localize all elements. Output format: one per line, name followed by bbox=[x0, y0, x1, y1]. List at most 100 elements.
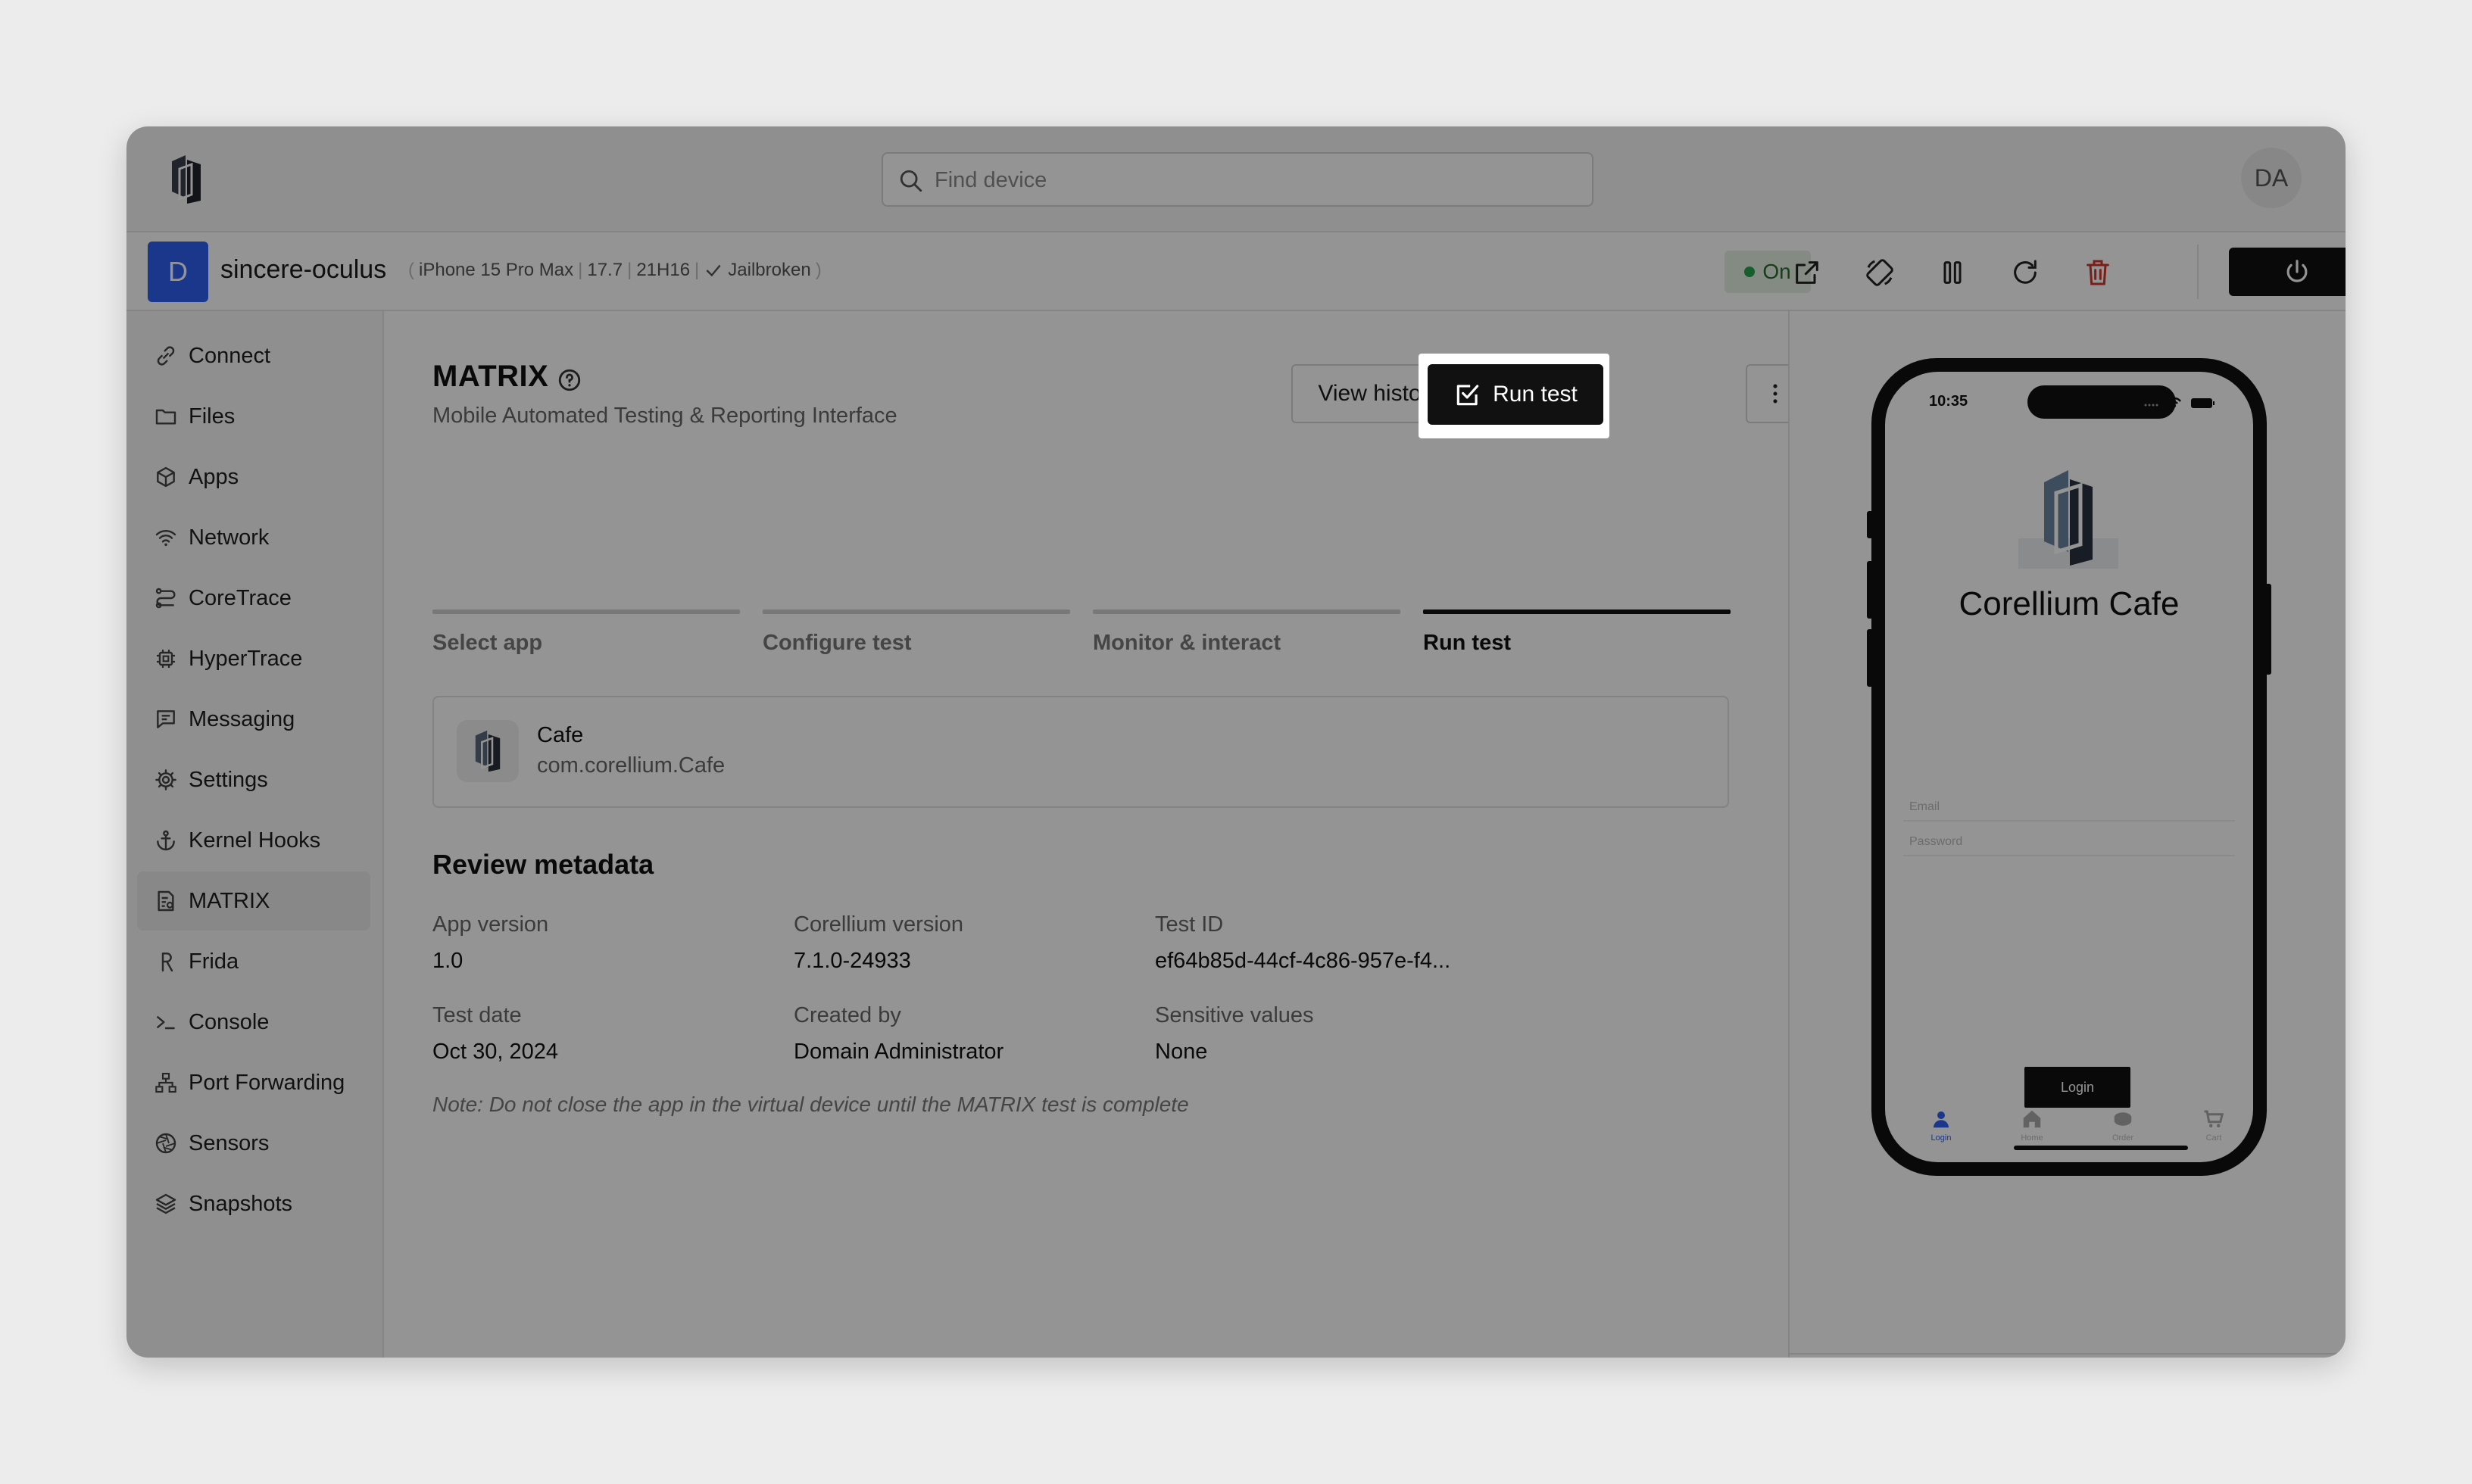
app-bundle-id: com.corellium.Cafe bbox=[537, 753, 726, 778]
pause-button[interactable] bbox=[1927, 248, 1977, 298]
step-progress-bar bbox=[1423, 610, 1731, 614]
app-name: Cafe bbox=[537, 723, 584, 747]
meta-separator: | bbox=[578, 260, 583, 280]
step-configure-test[interactable]: Configure test bbox=[763, 610, 1070, 656]
tour-spotlight: Run test bbox=[1419, 354, 1609, 438]
sidebar-item-messaging[interactable]: Messaging bbox=[137, 690, 370, 749]
phone-tab-login[interactable]: Login bbox=[1918, 1108, 1964, 1143]
review-metadata-heading: Review metadata bbox=[432, 849, 654, 880]
phone-tab-cart[interactable]: Cart bbox=[2191, 1108, 2236, 1143]
phone-screen[interactable]: 10:35 Corellium Cafe Email Password Logi… bbox=[1885, 372, 2253, 1162]
sidebar-item-snapshots[interactable]: Snapshots bbox=[137, 1174, 370, 1233]
sidebar-item-label: HyperTrace bbox=[189, 646, 303, 671]
meta-value: ef64b85d-44cf-4c86-957e-f4... bbox=[1155, 949, 1451, 973]
anchor-icon bbox=[157, 830, 175, 851]
page-title: MATRIX bbox=[432, 360, 549, 393]
coretrace-icon bbox=[155, 588, 176, 609]
pause-icon bbox=[1943, 261, 1962, 284]
sidebar-item-files[interactable]: Files bbox=[137, 387, 370, 446]
device-jailbreak: Jailbroken bbox=[728, 260, 811, 280]
delete-device-button[interactable] bbox=[2073, 248, 2123, 298]
step-run-test[interactable]: Run test bbox=[1423, 610, 1731, 656]
sidebar-item-label: MATRIX bbox=[189, 888, 270, 913]
device-build: 21H16 bbox=[636, 260, 691, 280]
cafe-logo-icon bbox=[2018, 470, 2118, 569]
check-icon bbox=[706, 264, 721, 277]
phone-frame: 10:35 Corellium Cafe Email Password Logi… bbox=[1871, 358, 2267, 1176]
step-label: Monitor & interact bbox=[1093, 631, 1281, 655]
sidebar-item-label: Frida bbox=[189, 949, 239, 974]
power-icon bbox=[2286, 260, 2308, 282]
run-test-button[interactable]: Run test bbox=[1428, 364, 1603, 425]
sidebar-item-apps[interactable]: Apps bbox=[137, 447, 370, 507]
sidebar-item-frida[interactable]: Frida bbox=[137, 932, 370, 991]
phone-tab-label: Home bbox=[2021, 1133, 2043, 1143]
sidebar-item-label: Apps bbox=[189, 464, 239, 489]
folder-icon bbox=[155, 409, 176, 425]
sidebar-item-sensors[interactable]: Sensors bbox=[137, 1114, 370, 1173]
corellium-logo-icon[interactable] bbox=[169, 154, 204, 205]
sidebar-item-coretrace[interactable]: CoreTrace bbox=[137, 569, 370, 628]
sidebar-item-label: Network bbox=[189, 525, 270, 550]
checkbox-icon bbox=[1456, 385, 1479, 406]
sidebar-item-label: Sensors bbox=[189, 1130, 270, 1155]
sidebar-item-kernel-hooks[interactable]: Kernel Hooks bbox=[137, 811, 370, 870]
sidebar-item-label: Port Forwarding bbox=[189, 1070, 345, 1095]
device-name: sincere-oculus bbox=[220, 255, 387, 284]
meta-separator: | bbox=[627, 260, 632, 280]
refresh-icon bbox=[2014, 260, 2037, 284]
sidebar-item-label: Messaging bbox=[189, 706, 295, 731]
step-select-app[interactable]: Select app bbox=[432, 610, 740, 656]
phone-login-button[interactable]: Login bbox=[2024, 1067, 2130, 1108]
step-progress-bar bbox=[1093, 610, 1400, 614]
rotate-button[interactable] bbox=[1855, 248, 1905, 298]
toolbar-divider bbox=[2197, 245, 2199, 299]
phone-password-field[interactable]: Password bbox=[1903, 828, 2235, 856]
meta-separator: ) bbox=[815, 260, 822, 280]
meta-label: Sensitive values bbox=[1155, 1003, 1314, 1027]
power-button[interactable] bbox=[2229, 248, 2346, 296]
sidebar-item-matrix[interactable]: MATRIX bbox=[137, 871, 370, 931]
network-tree-icon bbox=[155, 1072, 176, 1093]
sidebar-item-port-forwarding[interactable]: Port Forwarding bbox=[137, 1053, 370, 1112]
status-icons bbox=[2144, 397, 2214, 408]
chip-icon bbox=[157, 650, 175, 668]
main-content: MATRIX Mobile Automated Testing & Report… bbox=[384, 311, 1805, 1358]
sidebar-item-label: Console bbox=[189, 1009, 270, 1034]
meta-label: Created by bbox=[794, 1003, 901, 1027]
sidebar-item-label: Settings bbox=[189, 767, 268, 792]
phone-tab-home[interactable]: Home bbox=[2009, 1108, 2055, 1143]
help-icon[interactable] bbox=[557, 367, 582, 393]
step-progress-bar bbox=[432, 610, 740, 614]
phone-time: 10:35 bbox=[1929, 393, 1968, 410]
reboot-button[interactable] bbox=[2000, 248, 2050, 298]
avatar-initials: DA bbox=[2254, 164, 2289, 192]
phone-tab-order[interactable]: Order bbox=[2100, 1108, 2146, 1143]
sidebar-item-network[interactable]: Network bbox=[137, 508, 370, 567]
sidebar-item-hypertrace[interactable]: HyperTrace bbox=[137, 629, 370, 688]
report-icon bbox=[158, 890, 174, 912]
step-monitor-interact[interactable]: Monitor & interact bbox=[1093, 610, 1400, 656]
find-device-search[interactable] bbox=[882, 152, 1593, 207]
sidebar: Connect Files Apps Network CoreTrace Hyp… bbox=[126, 311, 384, 1358]
open-external-button[interactable] bbox=[1782, 248, 1832, 298]
home-indicator bbox=[2014, 1146, 2188, 1150]
meta-value: 1.0 bbox=[432, 949, 464, 973]
phone-tab-label: Cart bbox=[2205, 1133, 2222, 1143]
sidebar-item-console[interactable]: Console bbox=[137, 993, 370, 1052]
search-icon bbox=[900, 170, 922, 192]
search-input[interactable] bbox=[935, 163, 1571, 198]
phone-tab-label: Login bbox=[1930, 1133, 1952, 1143]
more-vertical-icon bbox=[1773, 384, 1778, 404]
aperture-icon bbox=[155, 1133, 176, 1154]
sidebar-item-connect[interactable]: Connect bbox=[137, 326, 370, 385]
link-icon bbox=[157, 346, 175, 366]
sidebar-item-label: Kernel Hooks bbox=[189, 828, 321, 853]
meta-value: Oct 30, 2024 bbox=[432, 1040, 559, 1064]
cart-icon bbox=[2204, 1110, 2224, 1127]
phone-email-field[interactable]: Email bbox=[1903, 793, 2235, 822]
user-avatar[interactable]: DA bbox=[2241, 148, 2302, 208]
selected-app-card: Cafe com.corellium.Cafe bbox=[432, 696, 1729, 808]
sidebar-item-settings[interactable]: Settings bbox=[137, 750, 370, 809]
home-icon bbox=[2023, 1110, 2041, 1128]
